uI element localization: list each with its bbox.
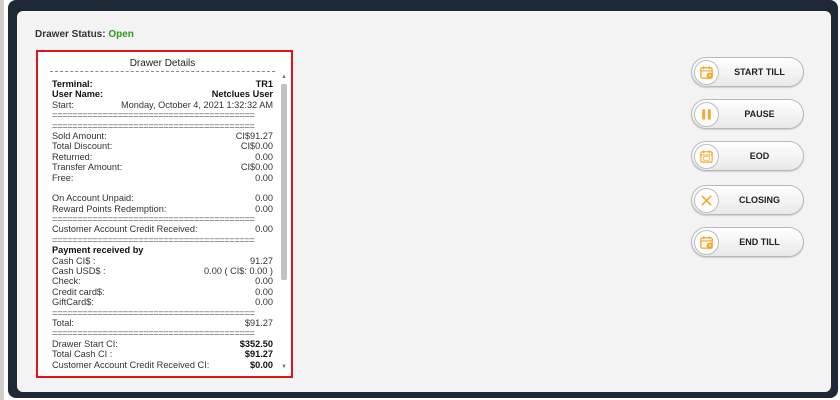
scrollbar-thumb[interactable]	[281, 84, 287, 280]
drawer-status: Drawer Status: Open	[35, 29, 134, 40]
drawer-start-row: Drawer Start CI: $352.50	[52, 339, 273, 349]
end-till-label: END TILL	[739, 237, 780, 247]
calendar-clock-icon	[694, 60, 719, 85]
left-edge-strip	[0, 0, 4, 400]
cash-ci-label: Cash CI$ :	[52, 255, 96, 266]
cash-ci-value: 91.27	[250, 255, 273, 266]
free-label: Free:	[52, 172, 74, 183]
drawer-details-panel[interactable]: Drawer Details Terminal: TR1 User Name: …	[36, 50, 293, 378]
separator: ========================================	[52, 328, 255, 339]
unpaid-label: On Account Unpaid:	[52, 193, 134, 204]
discount-value: CI$0.00	[240, 141, 273, 152]
separator: ========================================	[52, 214, 255, 225]
cacr-value: 0.00	[255, 224, 273, 235]
separator: ========================================	[52, 120, 255, 131]
total-cash-value: $91.27	[244, 349, 273, 360]
scroll-down-arrow-icon[interactable]: ▼	[281, 364, 287, 370]
gift-value: 0.00	[255, 297, 273, 308]
start-row: Start: Monday, October 4, 2021 1:32:32 A…	[52, 100, 273, 110]
cash-ci-row: Cash CI$ : 91.27	[52, 256, 273, 266]
returned-value: 0.00	[255, 151, 273, 162]
pause-icon	[694, 102, 719, 127]
returned-row: Returned: 0.00	[52, 152, 273, 162]
cash-usd-value: 0.00 ( CI$: 0.00 )	[204, 266, 273, 277]
total-label: Total:	[52, 317, 74, 328]
total-cash-label: Total Cash CI :	[52, 349, 113, 360]
terminal-row: Terminal: TR1	[52, 79, 273, 89]
drawer-status-label: Drawer Status:	[35, 29, 106, 40]
cacr-row: Customer Account Credit Received: 0.00	[52, 224, 273, 234]
reward-label: Reward Points Redemption:	[52, 203, 167, 214]
check-row: Check: 0.00	[52, 276, 273, 286]
separator: ========================================	[52, 307, 255, 318]
cash-usd-row: Cash USD$ : 0.00 ( CI$: 0.00 )	[52, 266, 273, 276]
reward-value: 0.00	[255, 203, 273, 214]
sold-value: CI$91.27	[235, 130, 273, 141]
cacr-ci-row: Customer Account Credit Received CI: $0.…	[52, 360, 273, 370]
terminal-value: TR1	[255, 79, 273, 89]
gift-label: GiftCard$:	[52, 297, 94, 308]
payment-heading: Payment received by	[52, 245, 273, 255]
returned-label: Returned:	[52, 151, 93, 162]
start-value: Monday, October 4, 2021 1:32:32 AM	[120, 99, 273, 110]
reward-row: Reward Points Redemption: 0.00	[52, 204, 273, 214]
total-value: $91.27	[244, 317, 273, 328]
check-label: Check:	[52, 276, 81, 287]
credit-value: 0.00	[255, 286, 273, 297]
calendar-clock-icon	[694, 230, 719, 255]
start-till-label: START TILL	[734, 67, 785, 77]
payment-heading-label: Payment received by	[52, 245, 144, 256]
scroll-up-arrow-icon[interactable]: ▲	[281, 74, 287, 80]
free-value: 0.00	[255, 172, 273, 183]
pause-button[interactable]: PAUSE	[691, 99, 804, 129]
sold-label: Sold Amount:	[52, 130, 107, 141]
total-row: Total: $91.27	[52, 318, 273, 328]
close-icon	[694, 188, 719, 213]
drawer-start-value: $352.50	[239, 338, 273, 349]
cacr-ci-value: $0.00	[250, 359, 273, 370]
pause-label: PAUSE	[744, 109, 775, 119]
discount-label: Total Discount:	[52, 141, 113, 152]
start-label: Start:	[52, 99, 74, 110]
separator: ========================================	[52, 234, 255, 245]
transfer-value: CI$0.00	[240, 162, 273, 173]
closing-button[interactable]: CLOSING	[691, 185, 804, 215]
cacr-ci-label: Customer Account Credit Received CI:	[52, 359, 210, 370]
total-cash-row: Total Cash CI : $91.27	[52, 349, 273, 359]
details-scrollbar[interactable]: ▲ ▼	[280, 74, 288, 370]
eod-label: EOD	[749, 151, 770, 161]
eod-button[interactable]: EOD	[691, 141, 804, 171]
terminal-label: Terminal:	[52, 79, 93, 89]
drawer-start-label: Drawer Start CI:	[52, 338, 118, 349]
user-row: User Name: Netclues User	[52, 89, 273, 99]
transfer-row: Transfer Amount: CI$0.00	[52, 162, 273, 172]
sold-row: Sold Amount: CI$91.27	[52, 131, 273, 141]
discount-row: Total Discount: CI$0.00	[52, 141, 273, 151]
credit-row: Credit card$: 0.00	[52, 287, 273, 297]
drawer-details-title: Drawer Details	[50, 58, 275, 72]
user-label: User Name:	[52, 89, 104, 100]
free-row: Free: 0.00	[52, 173, 273, 183]
start-till-button[interactable]: START TILL	[691, 57, 804, 87]
transfer-label: Transfer Amount:	[52, 162, 123, 173]
closing-label: CLOSING	[738, 195, 780, 205]
drawer-status-value: Open	[108, 29, 134, 40]
gift-row: GiftCard$: 0.00	[52, 297, 273, 307]
separator: ========================================	[52, 110, 255, 121]
unpaid-value: 0.00	[255, 193, 273, 204]
drawer-receipt: Terminal: TR1 User Name: Netclues User S…	[52, 79, 273, 370]
cash-usd-label: Cash USD$ :	[52, 266, 106, 277]
unpaid-row: On Account Unpaid: 0.00	[52, 193, 273, 203]
calendar-icon	[694, 144, 719, 169]
credit-label: Credit card$:	[52, 286, 105, 297]
user-value: Netclues User	[211, 89, 273, 100]
cacr-label: Customer Account Credit Received:	[52, 224, 198, 235]
check-value: 0.00	[255, 276, 273, 287]
end-till-button[interactable]: END TILL	[691, 227, 804, 257]
